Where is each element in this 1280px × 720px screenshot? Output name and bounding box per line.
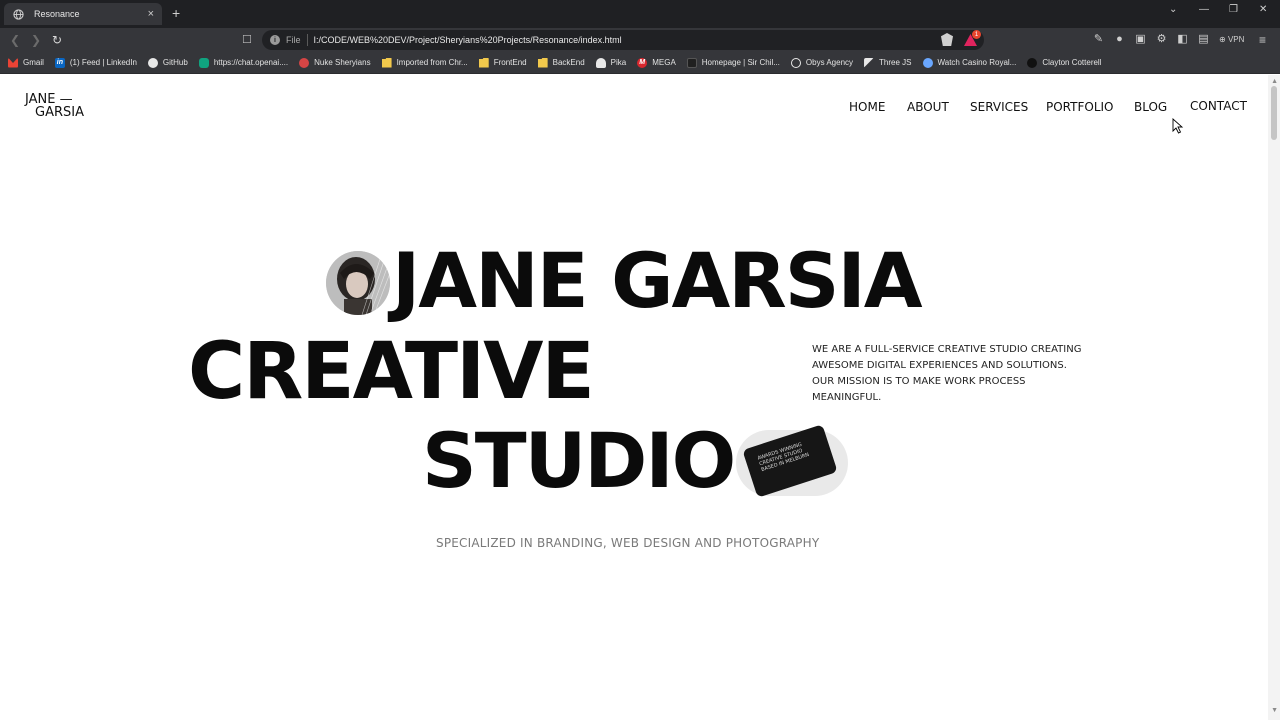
url-scheme: File [286,35,301,45]
site-icon [686,57,697,68]
globe-icon [12,8,24,20]
bookmark-gmail[interactable]: Gmail [8,57,44,68]
scrollbar-thumb[interactable] [1271,86,1277,140]
nav-home[interactable]: HOME [849,100,885,114]
bookmark-sir-chill[interactable]: Homepage | Sir Chil... [686,57,780,68]
bookmarks-bar: Gmail in (1) Feed | LinkedIn GitHub https… [0,52,1280,74]
folder-icon [381,57,392,68]
url-divider [306,34,308,46]
close-tab-icon[interactable]: × [148,8,154,20]
mega-icon: M [637,57,648,68]
rewards-badge: 1 [972,30,981,39]
bookmark-imported[interactable]: Imported from Chr... [381,57,468,68]
tab-resonance[interactable]: Resonance × [4,3,162,25]
avatar [326,251,390,315]
tab-title: Resonance [34,9,80,19]
chatgpt-icon [198,57,209,68]
nav-portfolio[interactable]: PORTFOLIO [1046,100,1114,114]
specialized-tagline: SPECIALIZED IN BRANDING, WEB DESIGN AND … [436,536,820,550]
vpn-button[interactable]: ⊕ VPN [1219,33,1244,47]
forward-icon[interactable]: ❯ [31,32,41,48]
tab-search-icon[interactable]: ⌄ [1169,3,1177,17]
linkedin-icon: in [54,57,65,68]
info-icon[interactable]: i [270,35,280,45]
nav-contact[interactable]: CONTACT [1190,99,1247,113]
folder-icon [537,57,548,68]
folder-icon [478,57,489,68]
nav-about[interactable]: ABOUT [907,100,949,114]
sidebar-icon[interactable]: ◧ [1176,33,1189,46]
new-tab-icon[interactable]: + [172,5,180,21]
tab-strip: Resonance × + ⌄ — ❐ ✕ [0,0,1280,28]
gmail-icon [8,57,18,68]
obys-icon [790,57,801,68]
site-logo[interactable]: JANE — GARSIA [25,93,84,119]
back-icon[interactable]: ❮ [10,32,20,48]
square-extension-icon[interactable]: ▣ [1134,33,1147,46]
browser-toolbar: ❮ ❯ ↻ ☐ i File I:/CODE/WEB%20DEV/Project… [0,28,1280,52]
business-card-text: AWARDS WINNING CREATIVE STUDIO BASED IN … [756,441,810,474]
scroll-up-icon[interactable]: ▲ [1271,78,1278,85]
hero-title-line-3: STUDIO [422,416,736,505]
threejs-icon [864,57,875,68]
bookmark-nuke-sheryians[interactable]: Nuke Sheryians [299,57,371,68]
bookmark-clayton[interactable]: Clayton Cotterell [1027,57,1101,68]
bookmark-github[interactable]: GitHub [147,57,188,68]
extensions-area: ✎ ● ▣ ⚙ ◧ ▤ [1092,33,1210,46]
url-text[interactable]: I:/CODE/WEB%20DEV/Project/Sheryians%20Pr… [314,35,622,45]
mouse-cursor-icon [1172,118,1184,134]
bookmark-chatgpt[interactable]: https://chat.openai.... [198,57,288,68]
bookmark-icon[interactable]: ☐ [242,33,252,46]
studio-description: WE ARE A FULL-SERVICE CREATIVE STUDIO CR… [812,344,1082,403]
nuke-icon [299,57,310,68]
bookmark-pika[interactable]: Pika [595,57,626,68]
hero-title-line-2: CREATIVE [188,327,595,417]
reload-icon[interactable]: ↻ [52,32,62,48]
page-scrollbar[interactable] [1268,75,1280,720]
logo-line-2: GARSIA [35,105,84,120]
restore-icon[interactable]: ❐ [1229,3,1238,17]
bookmark-backend[interactable]: BackEnd [537,57,585,68]
clayton-icon [1027,57,1038,68]
bookmark-mega[interactable]: M MEGA [637,57,676,68]
bookmark-threejs[interactable]: Three JS [864,57,912,68]
menu-icon[interactable]: ≡ [1259,32,1266,48]
address-bar[interactable]: i File I:/CODE/WEB%20DEV/Project/Sheryia… [262,30,984,50]
nav-services[interactable]: SERVICES [970,100,1028,114]
pen-icon[interactable]: ✎ [1092,33,1105,46]
hero-title-line-1: JANE GARSIA [392,236,923,325]
scroll-down-icon[interactable]: ▼ [1271,707,1278,714]
puzzle-icon[interactable]: ⚙ [1155,33,1168,46]
bookmark-linkedin[interactable]: in (1) Feed | LinkedIn [54,57,137,68]
vpn-label: VPN [1227,35,1245,44]
minimize-icon[interactable]: — [1199,3,1209,17]
bookmark-obys[interactable]: Obys Agency [790,57,853,68]
pika-icon [595,57,606,68]
bookmark-casino-royale[interactable]: Watch Casino Royal... [922,57,1016,68]
bookmark-frontend[interactable]: FrontEnd [478,57,527,68]
nav-blog[interactable]: BLOG [1134,100,1167,114]
close-window-icon[interactable]: ✕ [1259,3,1267,17]
github-icon [147,57,158,68]
casino-icon [922,57,933,68]
wallet-icon[interactable]: ▤ [1197,33,1210,46]
circle-extension-icon[interactable]: ● [1113,33,1126,46]
